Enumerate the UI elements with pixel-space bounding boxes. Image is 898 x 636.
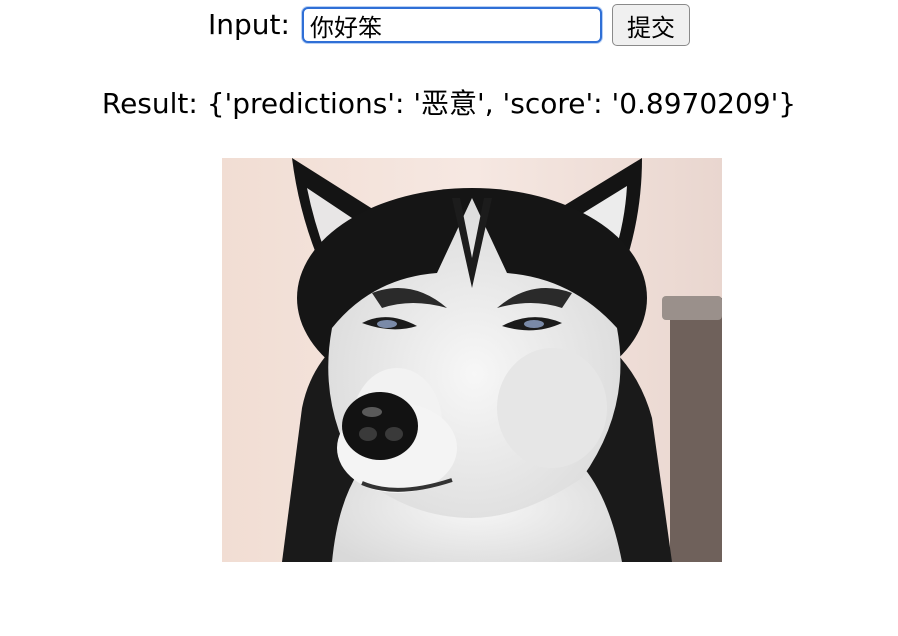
submit-button[interactable]: 提交 [611, 4, 690, 46]
result-text: Result: {'predictions': '恶意', 'score': '… [101, 87, 797, 120]
husky-photo [222, 158, 722, 562]
input-form: Input: 提交 [0, 0, 898, 50]
text-input[interactable] [301, 7, 602, 43]
page: Input: 提交 Result: {'predictions': '恶意', … [0, 0, 898, 636]
input-label: Input: [208, 8, 290, 41]
